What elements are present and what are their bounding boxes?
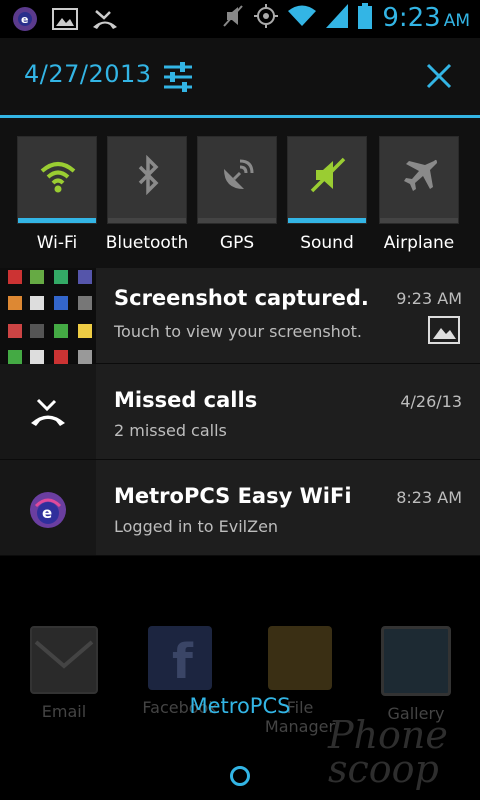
gps-icon bbox=[254, 4, 279, 32]
toggle-state-bar bbox=[198, 218, 276, 223]
notification-shade-header: 4/27/2013 bbox=[0, 38, 480, 116]
quick-toggles: Wi-Fi Bluetooth GPS Sound Airplane bbox=[0, 118, 480, 268]
sound-toggle-button[interactable] bbox=[287, 136, 367, 224]
notification-missed-calls[interactable]: Missed calls 2 missed calls 4/26/13 bbox=[0, 364, 480, 460]
notification-title: Screenshot captured. bbox=[114, 286, 369, 310]
notification-title: Missed calls bbox=[114, 388, 258, 412]
bluetooth-toggle-button[interactable] bbox=[107, 136, 187, 224]
notification-time: 9:23 AM bbox=[396, 289, 462, 308]
battery-icon bbox=[358, 3, 373, 33]
airplane-toggle-label: Airplane bbox=[383, 233, 455, 253]
wifi-icon bbox=[288, 4, 317, 32]
svg-text:e: e bbox=[21, 13, 28, 26]
notification-time: 4/26/13 bbox=[400, 392, 462, 411]
missed-call-icon bbox=[92, 7, 118, 35]
wifi-icon bbox=[38, 155, 78, 195]
notification-metropcs-easy-wifi[interactable]: e MetroPCS Easy WiFi Logged in to EvilZe… bbox=[0, 460, 480, 556]
quick-settings-icon[interactable] bbox=[160, 59, 196, 95]
metropcs-thumbnail: e bbox=[0, 460, 96, 555]
gps-toggle-label: GPS bbox=[219, 233, 255, 253]
bluetooth-icon bbox=[128, 154, 168, 196]
home-ring-icon[interactable] bbox=[230, 766, 250, 786]
notification-subtitle: Touch to view your screenshot. bbox=[114, 322, 362, 341]
sound-toggle-label: Sound bbox=[300, 233, 354, 253]
gallery-icon bbox=[381, 626, 451, 696]
metropcs-wifi-icon: e bbox=[12, 6, 38, 36]
status-bar-clock: 9:23 AM bbox=[382, 3, 470, 33]
gps-satellite-icon bbox=[218, 155, 258, 195]
notification-screenshot[interactable]: Screenshot captured. Touch to view your … bbox=[0, 268, 480, 364]
facebook-icon: f bbox=[148, 626, 212, 690]
signal-icon bbox=[326, 4, 349, 32]
phonescoop-watermark: Phone scoop bbox=[328, 713, 448, 791]
notification-subtitle: 2 missed calls bbox=[114, 421, 227, 440]
close-icon[interactable] bbox=[424, 61, 454, 91]
metropcs-easy-wifi-icon: e bbox=[28, 490, 68, 534]
status-bar-notification-icons: e bbox=[12, 6, 118, 36]
image-icon bbox=[52, 8, 78, 34]
screenshot-thumbnail bbox=[0, 268, 96, 364]
email-icon bbox=[30, 626, 98, 694]
toggle-state-bar bbox=[18, 218, 96, 223]
toggle-state-bar bbox=[288, 218, 366, 223]
wifi-toggle-label: Wi-Fi bbox=[36, 233, 78, 253]
folder-icon bbox=[268, 626, 332, 690]
date-label: 4/27/2013 bbox=[24, 60, 152, 88]
svg-text:f: f bbox=[172, 634, 194, 690]
notification-title: MetroPCS Easy WiFi bbox=[114, 484, 352, 508]
status-bar: e 9:23 AM bbox=[0, 0, 480, 38]
missed-call-thumbnail bbox=[0, 364, 96, 459]
missed-call-icon bbox=[30, 396, 66, 432]
bluetooth-toggle-label: Bluetooth bbox=[105, 233, 189, 253]
notification-time: 8:23 AM bbox=[396, 488, 462, 507]
airplane-toggle-button[interactable] bbox=[379, 136, 459, 224]
toggle-state-bar bbox=[108, 218, 186, 223]
wifi-toggle-button[interactable] bbox=[17, 136, 97, 224]
image-icon bbox=[428, 316, 460, 348]
notification-subtitle: Logged in to EvilZen bbox=[114, 517, 279, 536]
toggle-state-bar bbox=[380, 218, 458, 223]
mute-icon bbox=[222, 4, 244, 32]
gps-toggle-button[interactable] bbox=[197, 136, 277, 224]
sound-muted-icon bbox=[308, 155, 348, 195]
status-bar-system-icons: 9:23 AM bbox=[222, 3, 470, 33]
airplane-icon bbox=[400, 155, 440, 195]
svg-text:e: e bbox=[42, 504, 52, 522]
